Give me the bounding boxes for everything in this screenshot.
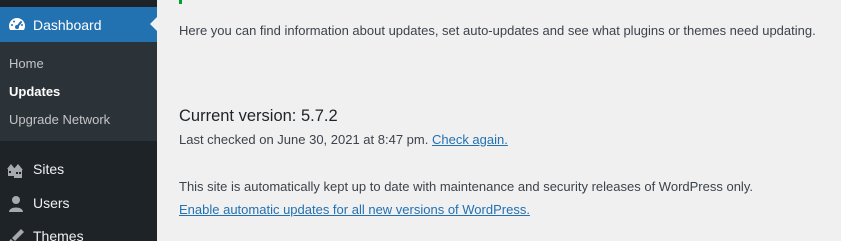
- last-checked-label: Last checked on June 30, 2021 at 8:47 pm…: [179, 132, 429, 147]
- sidebar-item-dashboard[interactable]: Dashboard: [0, 7, 158, 42]
- auto-update-status-text: This site is automatically kept up to da…: [179, 179, 753, 194]
- main-content: Here you can find information about upda…: [179, 0, 841, 241]
- sidebar-item-label: Themes: [33, 228, 84, 241]
- sidebar-item-label: Dashboard: [33, 17, 102, 33]
- submenu-item-upgrade-network[interactable]: Upgrade Network: [9, 111, 110, 129]
- sites-icon: [6, 160, 26, 180]
- last-checked-text: Last checked on June 30, 2021 at 8:47 pm…: [179, 131, 508, 149]
- themes-brush-icon: [6, 227, 26, 241]
- dashboard-gauge-icon: [7, 15, 27, 35]
- users-icon: [6, 194, 26, 214]
- enable-auto-updates-link[interactable]: Enable automatic updates for all new ver…: [179, 201, 530, 219]
- current-version-heading: Current version: 5.7.2: [179, 107, 338, 125]
- submenu-item-updates[interactable]: Updates: [9, 83, 60, 101]
- sidebar-item-sites[interactable]: Sites: [0, 152, 157, 186]
- sidebar-item-users[interactable]: Users: [0, 186, 157, 220]
- submenu-item-home[interactable]: Home: [9, 55, 44, 73]
- sidebar-item-themes[interactable]: Themes: [0, 219, 157, 241]
- current-menu-arrow: [150, 16, 158, 32]
- sidebar-item-label: Sites: [33, 161, 65, 177]
- sidebar-item-label: Users: [33, 195, 70, 211]
- check-again-link[interactable]: Check again.: [432, 132, 508, 147]
- intro-text: Here you can find information about upda…: [179, 23, 816, 38]
- dashboard-submenu: Home Updates Upgrade Network: [0, 42, 157, 141]
- admin-sidebar: Dashboard Home Updates Upgrade Network S…: [0, 0, 158, 241]
